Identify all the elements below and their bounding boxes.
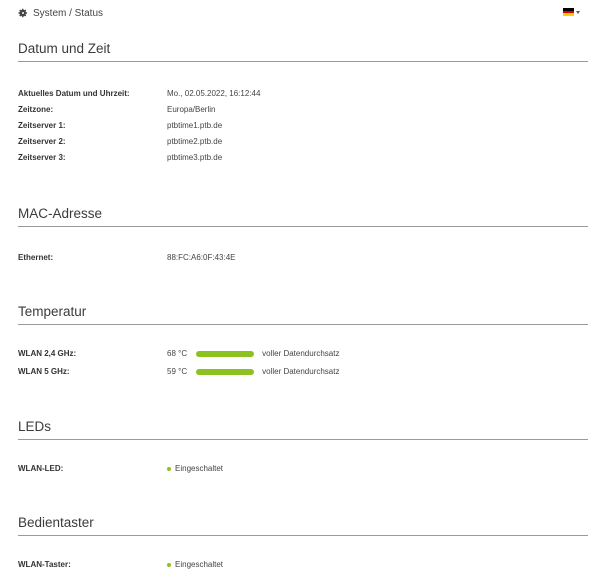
row-wlan-24: WLAN 2,4 GHz: 68 °C voller Datendurchsat… xyxy=(18,348,339,360)
row-timeserver-3: Zeitserver 3: ptbtime3.ptb.de xyxy=(18,152,222,164)
section-buttons: Bedientaster WLAN-Taster: Eingeschaltet xyxy=(18,515,588,569)
row-wlan-5: WLAN 5 GHz: 59 °C voller Datendurchsatz xyxy=(18,366,339,378)
row-value: 59 °C voller Datendurchsatz xyxy=(167,366,339,378)
row-value: Mo., 02.05.2022, 16:12:44 xyxy=(167,89,261,98)
row-label: Zeitzone: xyxy=(18,105,54,114)
row-timeserver-1: Zeitserver 1: ptbtime1.ptb.de xyxy=(18,120,222,132)
row-label: WLAN-LED: xyxy=(18,464,64,473)
status-text: Eingeschaltet xyxy=(175,560,224,569)
section-temperature: Temperatur WLAN 2,4 GHz: 68 °C voller Da… xyxy=(18,304,588,376)
gear-icon xyxy=(18,8,27,18)
status-dot-icon xyxy=(167,467,171,471)
status-dot-icon xyxy=(167,563,171,567)
top-bar: System / Status xyxy=(18,6,580,20)
breadcrumb: System / Status xyxy=(18,8,103,19)
section-title-mac: MAC-Adresse xyxy=(18,206,588,227)
row-ethernet: Ethernet: 88:FC:A6:0F:43:4E xyxy=(18,252,235,264)
temperature-status: voller Datendurchsatz xyxy=(262,367,340,376)
section-title-leds: LEDs xyxy=(18,419,588,440)
section-mac: MAC-Adresse Ethernet: 88:FC:A6:0F:43:4E xyxy=(18,206,588,262)
temperature-value: 68 °C xyxy=(167,349,188,358)
temperature-value: 59 °C xyxy=(167,367,188,376)
row-value: 88:FC:A6:0F:43:4E xyxy=(167,253,236,262)
row-label: WLAN 5 GHz: xyxy=(18,367,70,376)
row-value: 68 °C voller Datendurchsatz xyxy=(167,348,339,360)
row-timezone: Zeitzone: Europa/Berlin xyxy=(18,104,215,116)
row-value: ptbtime1.ptb.de xyxy=(167,121,223,130)
section-leds: LEDs WLAN-LED: Eingeschaltet xyxy=(18,419,588,473)
row-value: Eingeschaltet xyxy=(167,559,223,571)
row-label: Zeitserver 1: xyxy=(18,121,66,130)
row-current-datetime: Aktuelles Datum und Uhrzeit: Mo., 02.05.… xyxy=(18,88,260,100)
section-title-buttons: Bedientaster xyxy=(18,515,588,536)
temperature-status: voller Datendurchsatz xyxy=(262,349,340,358)
row-value: ptbtime3.ptb.de xyxy=(167,153,223,162)
row-label: Zeitserver 3: xyxy=(18,153,66,162)
germany-flag-icon[interactable] xyxy=(563,8,574,17)
row-timeserver-2: Zeitserver 2: ptbtime2.ptb.de xyxy=(18,136,222,148)
status-text: Eingeschaltet xyxy=(175,464,224,473)
language-selector[interactable] xyxy=(563,8,580,17)
row-wlan-led: WLAN-LED: Eingeschaltet xyxy=(18,463,223,475)
section-title-temperature: Temperatur xyxy=(18,304,588,325)
temperature-bar xyxy=(196,351,255,357)
row-value: ptbtime2.ptb.de xyxy=(167,137,223,146)
row-label: WLAN 2,4 GHz: xyxy=(18,349,77,358)
row-label: Aktuelles Datum und Uhrzeit: xyxy=(18,89,130,98)
temperature-bar xyxy=(196,369,255,375)
section-title-datetime: Datum und Zeit xyxy=(18,41,588,62)
row-value: Europa/Berlin xyxy=(167,105,216,114)
row-label: Zeitserver 2: xyxy=(18,137,66,146)
breadcrumb-text[interactable]: System / Status xyxy=(33,8,103,19)
row-label: Ethernet: xyxy=(18,253,54,262)
chevron-down-icon[interactable] xyxy=(576,10,580,14)
row-label: WLAN-Taster: xyxy=(18,560,71,569)
row-value: Eingeschaltet xyxy=(167,463,223,475)
section-datetime: Datum und Zeit Aktuelles Datum und Uhrze… xyxy=(18,41,588,162)
row-wlan-button: WLAN-Taster: Eingeschaltet xyxy=(18,559,223,571)
status-page: System / Status Datum und Zeit Aktuelles… xyxy=(0,0,590,573)
